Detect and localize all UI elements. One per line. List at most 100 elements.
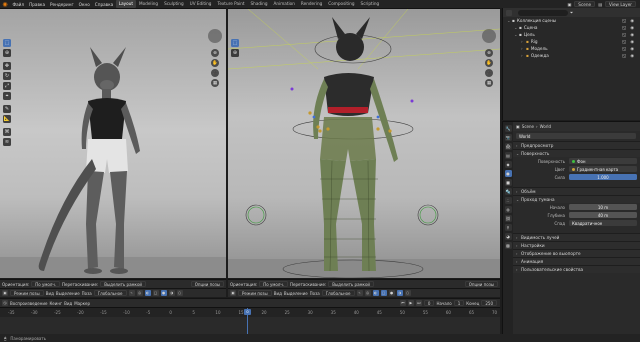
- surface-shader-field[interactable]: Фон: [569, 158, 637, 164]
- orientation-dropdown[interactable]: По умолч.: [259, 281, 288, 287]
- render-toggle-icon[interactable]: ◱: [622, 53, 626, 58]
- play-icon[interactable]: ▶: [407, 300, 414, 306]
- workspace-tab-scripting[interactable]: Scripting: [358, 0, 383, 8]
- material-tab-icon[interactable]: ◕: [504, 233, 512, 240]
- orientation-dropdown[interactable]: По умолч.: [31, 281, 60, 287]
- move-tool-icon[interactable]: ✥: [3, 62, 11, 70]
- menu-edit[interactable]: Правка: [27, 2, 48, 7]
- view-layer-tab-icon[interactable]: ▤: [504, 152, 512, 159]
- constraints-tab-icon[interactable]: ⛓: [504, 215, 512, 222]
- start-frame-field[interactable]: 1: [453, 300, 465, 306]
- snap-icon[interactable]: ⌁: [128, 290, 135, 296]
- proportional-edit-icon[interactable]: ◎: [136, 290, 143, 296]
- proportional-edit-icon[interactable]: ◎: [364, 290, 371, 296]
- pose-tool-icon[interactable]: ⌘: [3, 128, 11, 136]
- view-layer-selector[interactable]: View Layer: [605, 1, 636, 7]
- falloff-dropdown[interactable]: Квадратичное: [569, 220, 637, 226]
- pan-hand-icon[interactable]: ✋: [211, 59, 219, 67]
- workspace-tab-animation[interactable]: Animation: [271, 0, 298, 8]
- rendered-shading-icon[interactable]: ○: [404, 290, 411, 296]
- data-tab-icon[interactable]: ⚲: [504, 224, 512, 231]
- section-mist[interactable]: ⌄ Проход тумана: [513, 195, 640, 203]
- blender-logo-icon[interactable]: ◉: [0, 0, 10, 8]
- menu-file[interactable]: Файл: [10, 2, 27, 7]
- overlay-icon[interactable]: ◐: [372, 290, 379, 296]
- visibility-eye-icon[interactable]: ◉: [630, 25, 634, 30]
- section-settings[interactable]: › Настройки: [513, 241, 640, 249]
- viewport-left[interactable]: ⬚ ⊕ ✥ ↻ ⤢ ⌖ ✎ 📐 ⌘ ≋ ⊕ ✋ 🎥 ▦: [0, 8, 226, 278]
- rotate-tool-icon[interactable]: ↻: [3, 72, 11, 80]
- select-tool-icon[interactable]: ⬚: [231, 39, 239, 47]
- outliner[interactable]: ⏷ ⌄ ▪ Коллекция сцены ◱ ◉ ⌄ ▪ Сцена ◱ ◉ ⌄ ▪ Цель ◱ ◉ › ▪…: [502, 8, 640, 120]
- strength-field[interactable]: 1.000: [569, 174, 637, 180]
- visibility-eye-icon[interactable]: ◉: [630, 32, 634, 37]
- render-toggle-icon[interactable]: ◱: [622, 25, 626, 30]
- visibility-eye-icon[interactable]: ◉: [630, 18, 634, 23]
- world-datablock-field[interactable]: World: [516, 133, 636, 139]
- xray-icon[interactable]: ▢: [152, 290, 159, 296]
- transform-tool-icon[interactable]: ⌖: [3, 92, 11, 100]
- measure-tool-icon[interactable]: 📐: [3, 115, 11, 123]
- mode-dropdown[interactable]: Режим позы: [10, 290, 44, 296]
- camera-view-icon[interactable]: 🎥: [211, 69, 219, 77]
- drag-dropdown[interactable]: Выделить рамкой: [328, 281, 374, 287]
- jump-start-icon[interactable]: ⏮: [399, 300, 406, 306]
- visibility-eye-icon[interactable]: ◉: [630, 46, 634, 51]
- editor-type-icon[interactable]: ▣: [2, 290, 8, 296]
- select-tool-icon[interactable]: ⬚: [3, 39, 11, 47]
- section-surface[interactable]: ⌄ Поверхность: [513, 149, 640, 157]
- menu-window[interactable]: Окно: [76, 2, 92, 7]
- menu-keying[interactable]: Кеинг: [49, 301, 62, 306]
- navigation-gizmo-icon[interactable]: [482, 29, 496, 43]
- outliner-row[interactable]: › ▪ Rig ◱ ◉: [503, 38, 640, 45]
- filter-icon[interactable]: ⏷: [570, 10, 573, 15]
- jump-end-icon[interactable]: ⏭: [415, 300, 422, 306]
- outliner-row[interactable]: ⌄ ▪ Коллекция сцены ◱ ◉: [503, 17, 640, 24]
- annotate-tool-icon[interactable]: ✎: [3, 105, 11, 113]
- timeline-editor-icon[interactable]: ◷: [2, 300, 8, 306]
- outliner-row[interactable]: ⌄ ▪ Цель ◱ ◉: [503, 31, 640, 38]
- outliner-row[interactable]: › ▪ Модель ◱ ◉: [503, 45, 640, 52]
- solid-shading-icon[interactable]: ●: [388, 290, 395, 296]
- workspace-tab-shading[interactable]: Shading: [248, 0, 271, 8]
- scale-tool-icon[interactable]: ⤢: [3, 82, 11, 90]
- navigation-gizmo-icon[interactable]: [208, 29, 222, 43]
- snap-icon[interactable]: ⌁: [356, 290, 363, 296]
- timeline-area[interactable]: -35 -30 -25 -20 -15 -10 -5 0 5 10 15 20 25 30 35 40 45 50…: [0, 307, 500, 335]
- render-toggle-icon[interactable]: ◱: [622, 18, 626, 23]
- menu-marker[interactable]: Маркер: [74, 301, 90, 306]
- tool-tab-icon[interactable]: 🔧: [504, 125, 512, 132]
- mist-depth-field[interactable]: 40 m: [569, 212, 637, 218]
- render-tab-icon[interactable]: 📷: [504, 134, 512, 141]
- end-frame-field[interactable]: 250: [481, 300, 497, 306]
- overlay-icon[interactable]: ◐: [144, 290, 151, 296]
- mode-dropdown[interactable]: Режим позы: [238, 290, 272, 296]
- workspace-tab-modeling[interactable]: Modeling: [136, 0, 161, 8]
- cursor-tool-icon[interactable]: ⊕: [3, 49, 11, 57]
- output-tab-icon[interactable]: 🖨: [504, 143, 512, 150]
- mist-start-field[interactable]: 10 m: [569, 204, 637, 210]
- xray-icon[interactable]: ▢: [380, 290, 387, 296]
- workspace-tab-texture-paint[interactable]: Texture Paint: [214, 0, 247, 8]
- perspective-grid-icon[interactable]: ▦: [485, 79, 493, 87]
- menu-select[interactable]: Выделение: [56, 291, 80, 296]
- render-toggle-icon[interactable]: ◱: [622, 32, 626, 37]
- pivot-dropdown[interactable]: Глобальное: [93, 290, 127, 296]
- modifier-tab-icon[interactable]: 🔩: [504, 188, 512, 195]
- editor-type-icon[interactable]: ▣: [230, 290, 236, 296]
- section-ray-visibility[interactable]: › Видимость лучей: [513, 233, 640, 241]
- render-toggle-icon[interactable]: ◱: [622, 46, 626, 51]
- menu-view[interactable]: Вид: [274, 291, 282, 296]
- section-animation[interactable]: › Анимация: [513, 257, 640, 265]
- zoom-icon[interactable]: ⊕: [485, 49, 493, 57]
- outliner-row[interactable]: ⌄ ▪ Сцена ◱ ◉: [503, 24, 640, 31]
- physics-tab-icon[interactable]: ◍: [504, 206, 512, 213]
- menu-playback[interactable]: Воспроизведение: [10, 301, 47, 306]
- menu-view[interactable]: Вид: [46, 291, 54, 296]
- pose-options-dropdown[interactable]: Опции позы: [464, 281, 498, 287]
- object-tab-icon[interactable]: ■: [504, 179, 512, 186]
- material-shading-icon[interactable]: ◑: [396, 290, 403, 296]
- menu-pose[interactable]: Поза: [310, 291, 320, 296]
- playhead-frame-label[interactable]: 0: [244, 309, 251, 315]
- workspace-tab-layout[interactable]: Layout: [115, 0, 136, 8]
